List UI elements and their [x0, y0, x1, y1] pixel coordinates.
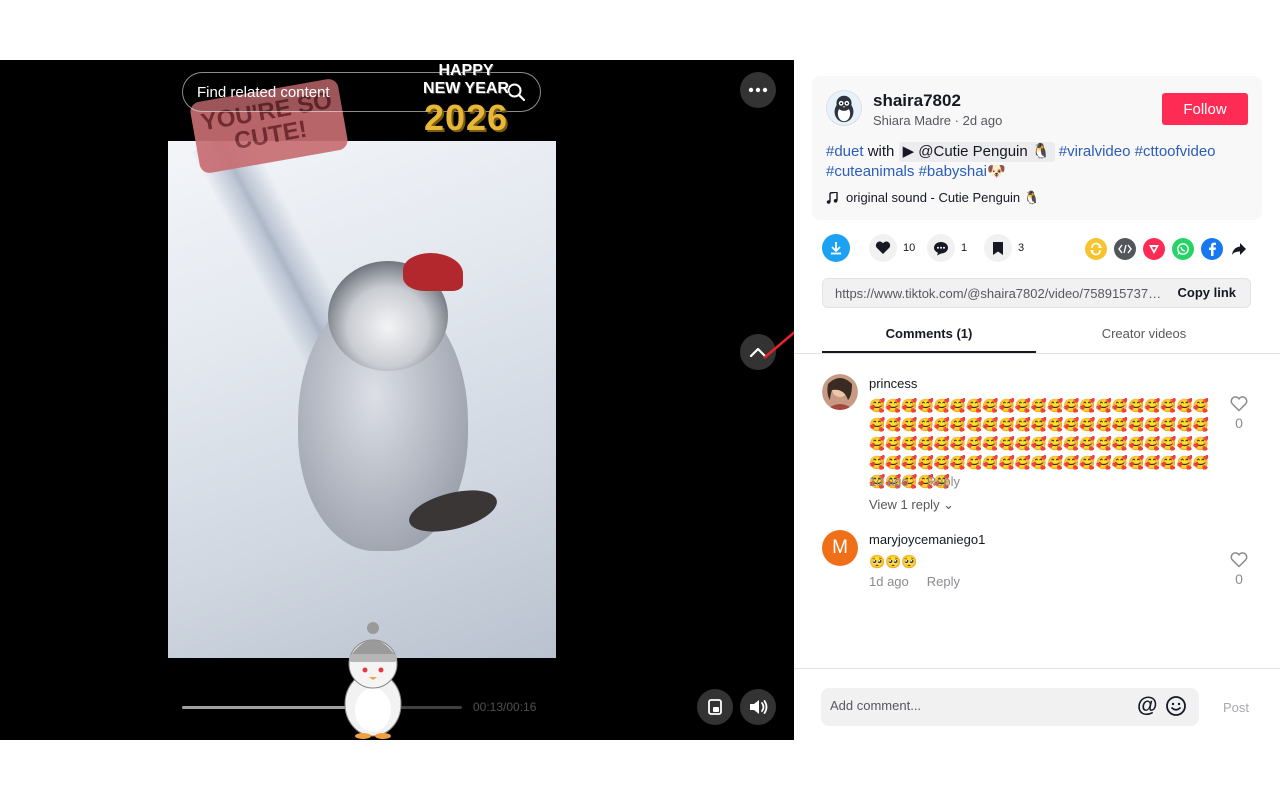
sticker-ny-line2: NEW YEAR	[423, 80, 509, 97]
reply-button[interactable]: Reply	[927, 474, 960, 489]
comment-text: 🥺🥺🥺	[869, 554, 918, 569]
penguin-sticker	[344, 622, 402, 739]
comment-input-placeholder: Add comment...	[830, 698, 922, 713]
mention-icon[interactable]: @	[1137, 694, 1157, 718]
video-progress-fill	[182, 706, 348, 709]
heart-icon	[869, 234, 897, 262]
video-progress-bar[interactable]	[182, 706, 462, 709]
comment-time: 1d ago	[869, 474, 909, 489]
like-button[interactable]: 10	[869, 234, 915, 262]
comment-icon	[927, 234, 955, 262]
post-description: #duet with ▶ @Cutie Penguin 🐧 #viralvide…	[826, 142, 1246, 182]
comment-like-button[interactable]: 0	[1224, 396, 1254, 431]
comment-count: 1	[961, 242, 968, 254]
heart-outline-icon	[1230, 552, 1248, 568]
video-player[interactable]: YOU'RE SO CUTE! Find related content HAP…	[0, 60, 794, 740]
post-comment-button[interactable]: Post	[1223, 700, 1249, 715]
hashtag-cuteanimals[interactable]: #cuteanimals	[826, 163, 914, 180]
penguin-hat	[403, 253, 463, 291]
comment-username[interactable]: princess	[869, 376, 917, 391]
video-url[interactable]: https://www.tiktok.com/@shaira7802/video…	[835, 286, 1165, 301]
comment-like-count: 0	[1235, 415, 1243, 431]
volume-icon	[750, 700, 768, 714]
hashtag-cttoofvideo[interactable]: #cttoofvideo	[1135, 143, 1216, 160]
like-count: 10	[903, 242, 916, 254]
hashtag-viralvideo[interactable]: #viralvideo	[1059, 143, 1131, 160]
post-info-card: shaira7802 Shiara Madre · 2d ago Follow …	[812, 76, 1262, 220]
download-button[interactable]	[822, 234, 850, 262]
share-arrow-icon[interactable]	[1228, 238, 1250, 260]
comment-username[interactable]: maryjoycemaniego1	[869, 532, 985, 547]
comment-like-count: 0	[1235, 571, 1243, 587]
author-username[interactable]: shaira7802	[873, 91, 961, 111]
heart-outline-icon	[1230, 396, 1248, 412]
tab-creator-videos[interactable]: Creator videos	[1037, 326, 1251, 341]
reply-button[interactable]: Reply	[927, 574, 960, 589]
view-replies-button[interactable]: View 1 reply ⌄	[869, 497, 954, 513]
emoji-icon[interactable]	[1165, 695, 1187, 717]
sound-link[interactable]: original sound - Cutie Penguin 🐧	[826, 190, 1040, 206]
avatar[interactable]	[826, 90, 862, 126]
video-time: 00:13/00:16	[473, 700, 537, 714]
sticker-ny-line1: HAPPY	[438, 62, 494, 79]
save-button[interactable]: 3	[984, 234, 1024, 262]
repost-icon[interactable]	[1085, 238, 1107, 260]
comment-button[interactable]: 1	[927, 234, 967, 262]
music-note-icon	[826, 192, 838, 204]
more-options-button[interactable]	[740, 72, 776, 108]
embed-icon[interactable]	[1114, 238, 1136, 260]
volume-button[interactable]	[740, 689, 776, 725]
comment-input[interactable]: Add comment... @	[821, 688, 1199, 726]
details-panel: shaira7802 Shiara Madre · 2d ago Follow …	[794, 60, 1280, 740]
hashtag-babyshai[interactable]: #babyshai🐶	[919, 163, 1006, 180]
tab-comments[interactable]: Comments (1)	[822, 326, 1036, 341]
author-subline: Shiara Madre · 2d ago	[873, 113, 1003, 128]
sound-label: original sound - Cutie Penguin 🐧	[846, 190, 1040, 205]
mention-cutie-penguin[interactable]: ▶ @Cutie Penguin 🐧	[898, 142, 1055, 162]
commenter-avatar[interactable]: M	[822, 530, 858, 566]
send-icon[interactable]	[1143, 238, 1165, 260]
comment-item: M maryjoycemaniego1 🥺🥺🥺 1d ago Reply 0	[822, 530, 1262, 590]
follow-button[interactable]: Follow	[1162, 93, 1248, 125]
bookmark-icon	[984, 234, 1012, 262]
comment-time: 1d ago	[869, 574, 909, 589]
copy-link-box: https://www.tiktok.com/@shaira7802/video…	[822, 278, 1251, 308]
avatar-letter: M	[832, 537, 848, 558]
whatsapp-icon[interactable]	[1172, 238, 1194, 260]
download-icon	[822, 234, 850, 262]
comment-item: princess 🥰🥰🥰🥰🥰🥰🥰🥰🥰🥰🥰🥰🥰🥰🥰🥰🥰🥰🥰🥰🥰🥰🥰🥰🥰🥰🥰🥰🥰🥰🥰…	[822, 374, 1262, 514]
video-frame[interactable]	[168, 141, 556, 658]
desc-with: with	[863, 143, 899, 160]
comment-meta: 1d ago Reply	[869, 474, 960, 489]
tiktok-video-page: YOU'RE SO CUTE! Find related content HAP…	[0, 60, 1280, 740]
save-count: 3	[1018, 242, 1025, 254]
sticker-ny-year: 2026	[423, 97, 509, 138]
facebook-icon[interactable]	[1201, 238, 1223, 260]
action-bar: 10 1 3	[822, 234, 1262, 264]
miniplayer-icon	[708, 699, 722, 715]
active-tab-indicator	[822, 351, 1036, 353]
comment-composer: Add comment... @ Post	[794, 668, 1280, 740]
comment-meta: 1d ago Reply	[869, 574, 960, 589]
sticker-new-year: HAPPY NEW YEAR 2026	[414, 62, 518, 138]
commenter-avatar[interactable]	[822, 374, 858, 410]
copy-link-button[interactable]: Copy link	[1177, 285, 1236, 300]
hashtag-duet[interactable]: #duet	[826, 143, 864, 160]
comment-tabs: Comments (1) Creator videos	[794, 316, 1280, 354]
miniplayer-button[interactable]	[697, 689, 733, 725]
comment-like-button[interactable]: 0	[1224, 552, 1254, 587]
more-icon	[748, 87, 768, 93]
